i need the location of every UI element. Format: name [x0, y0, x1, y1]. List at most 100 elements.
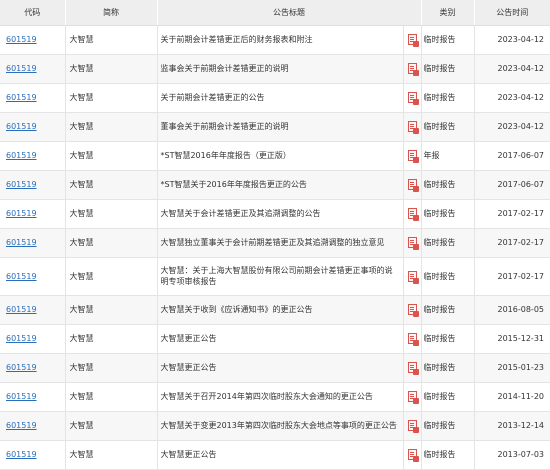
table-row: 601519 大智慧 监事会关于前期会计差错更正的说明 临时报告 2023-04-12 — [0, 54, 550, 84]
cell-code: 601519 — [0, 199, 66, 229]
cell-category: 临时报告 — [421, 199, 475, 229]
announcement-title-link[interactable]: 大智慧更正公告 — [157, 324, 404, 354]
stock-code-link[interactable]: 601519 — [6, 35, 37, 44]
cell-pdf — [403, 141, 422, 171]
announcement-title-link[interactable]: 监事会关于前期会计差错更正的说明 — [157, 54, 404, 84]
cell-code: 601519 — [0, 257, 66, 296]
cell-date: 2017-02-17 — [474, 257, 550, 296]
cell-short-name: 大智慧 — [65, 54, 158, 84]
cell-date: 2016-08-05 — [474, 295, 550, 325]
announcement-title-link[interactable]: 大智慧关于会计差错更正及其追溯调整的公告 — [157, 199, 404, 229]
stock-code-link[interactable]: 601519 — [6, 334, 37, 343]
cell-code: 601519 — [0, 83, 66, 113]
pdf-file-icon[interactable] — [407, 150, 419, 163]
cell-short-name: 大智慧 — [65, 295, 158, 325]
stock-code-link[interactable]: 601519 — [6, 209, 37, 218]
cell-short-name: 大智慧 — [65, 83, 158, 113]
table-row: 601519 大智慧 *ST智慧2016年年度报告（更正版） 年报 2017-06-07 — [0, 141, 550, 171]
stock-code-link[interactable]: 601519 — [6, 151, 37, 160]
cell-date: 2015-12-31 — [474, 324, 550, 354]
pdf-file-icon[interactable] — [407, 92, 419, 105]
cell-pdf — [403, 199, 422, 229]
cell-pdf — [403, 257, 422, 296]
pdf-file-icon[interactable] — [407, 121, 419, 134]
column-header-name: 简称 — [65, 0, 158, 26]
announcement-title-link[interactable]: 大智慧更正公告 — [157, 440, 404, 470]
stock-code-link[interactable]: 601519 — [6, 392, 37, 401]
cell-short-name: 大智慧 — [65, 382, 158, 412]
cell-short-name: 大智慧 — [65, 112, 158, 142]
cell-pdf — [403, 411, 422, 441]
stock-code-link[interactable]: 601519 — [6, 122, 37, 131]
cell-category: 临时报告 — [421, 295, 475, 325]
cell-date: 2015-01-23 — [474, 353, 550, 383]
cell-category: 临时报告 — [421, 54, 475, 84]
cell-category: 临时报告 — [421, 83, 475, 113]
cell-date: 2023-04-12 — [474, 25, 550, 55]
cell-short-name: 大智慧 — [65, 411, 158, 441]
cell-date: 2014-11-20 — [474, 382, 550, 412]
table-row: 601519 大智慧 大智慧关于收到《应诉通知书》的更正公告 临时报告 2016-08-… — [0, 295, 550, 325]
stock-code-link[interactable]: 601519 — [6, 180, 37, 189]
pdf-file-icon[interactable] — [407, 362, 419, 375]
pdf-file-icon[interactable] — [407, 208, 419, 221]
announcement-table-container: 代码 简称 公告标题 类别 公告时间 601519 大智慧 关于前期会计差错更正后的… — [0, 0, 550, 470]
table-row: 601519 大智慧 大智慧更正公告 临时报告 2013-07-03 — [0, 440, 550, 470]
stock-code-link[interactable]: 601519 — [6, 421, 37, 430]
stock-code-link[interactable]: 601519 — [6, 305, 37, 314]
cell-short-name: 大智慧 — [65, 440, 158, 470]
pdf-file-icon[interactable] — [407, 63, 419, 76]
cell-date: 2017-02-17 — [474, 199, 550, 229]
announcement-title-link[interactable]: *ST智慧关于2016年年度报告更正的公告 — [157, 170, 404, 200]
pdf-file-icon[interactable] — [407, 270, 419, 284]
pdf-file-icon[interactable] — [407, 179, 419, 192]
stock-code-link[interactable]: 601519 — [6, 272, 37, 281]
pdf-file-icon[interactable] — [407, 333, 419, 346]
pdf-file-icon[interactable] — [407, 391, 419, 404]
pdf-file-icon[interactable] — [407, 449, 419, 462]
column-header-type: 类别 — [421, 0, 475, 26]
stock-code-link[interactable]: 601519 — [6, 450, 37, 459]
announcement-title-link[interactable]: 大智慧：关于上海大智慧股份有限公司前期会计差错更正事项的说明专项审核报告 — [157, 257, 404, 296]
cell-short-name: 大智慧 — [65, 257, 158, 296]
pdf-file-icon[interactable] — [407, 34, 419, 47]
table-row: 601519 大智慧 大智慧更正公告 临时报告 2015-01-23 — [0, 353, 550, 383]
announcement-title-link[interactable]: 关于前期会计差错更正后的财务报表和附注 — [157, 25, 404, 55]
table-body: 601519 大智慧 关于前期会计差错更正后的财务报表和附注 临时报告 2023-04-… — [0, 25, 550, 470]
table-row: 601519 大智慧 大智慧独立董事关于会计前期差错更正及其追溯调整的独立意见 临时报… — [0, 228, 550, 258]
pdf-file-icon[interactable] — [407, 237, 419, 250]
cell-category: 临时报告 — [421, 228, 475, 258]
announcement-title-link[interactable]: 大智慧更正公告 — [157, 353, 404, 383]
table-row: 601519 大智慧 大智慧：关于上海大智慧股份有限公司前期会计差错更正事项的说明专… — [0, 257, 550, 296]
table-row: 601519 大智慧 关于前期会计差错更正后的财务报表和附注 临时报告 2023-04-… — [0, 25, 550, 55]
pdf-file-icon[interactable] — [407, 420, 419, 433]
cell-code: 601519 — [0, 382, 66, 412]
announcement-title-link[interactable]: 大智慧独立董事关于会计前期差错更正及其追溯调整的独立意见 — [157, 228, 404, 258]
cell-category: 临时报告 — [421, 440, 475, 470]
cell-category: 临时报告 — [421, 353, 475, 383]
announcement-title-link[interactable]: 关于前期会计差错更正的公告 — [157, 83, 404, 113]
cell-category: 临时报告 — [421, 324, 475, 354]
cell-pdf — [403, 228, 422, 258]
stock-code-link[interactable]: 601519 — [6, 64, 37, 73]
announcement-title-link[interactable]: *ST智慧2016年年度报告（更正版） — [157, 141, 404, 171]
stock-code-link[interactable]: 601519 — [6, 238, 37, 247]
cell-date: 2013-07-03 — [474, 440, 550, 470]
stock-code-link[interactable]: 601519 — [6, 363, 37, 372]
cell-code: 601519 — [0, 353, 66, 383]
cell-code: 601519 — [0, 411, 66, 441]
announcement-title-link[interactable]: 大智慧关于收到《应诉通知书》的更正公告 — [157, 295, 404, 325]
cell-pdf — [403, 295, 422, 325]
pdf-file-icon[interactable] — [407, 304, 419, 317]
announcement-title-link[interactable]: 大智慧关于变更2013年第四次临时股东大会地点等事项的更正公告 — [157, 411, 404, 441]
cell-pdf — [403, 353, 422, 383]
cell-code: 601519 — [0, 112, 66, 142]
announcement-title-link[interactable]: 大智慧关于召开2014年第四次临时股东大会通知的更正公告 — [157, 382, 404, 412]
stock-code-link[interactable]: 601519 — [6, 93, 37, 102]
table-row: 601519 大智慧 大智慧关于会计差错更正及其追溯调整的公告 临时报告 2017-02… — [0, 199, 550, 229]
cell-pdf — [403, 112, 422, 142]
cell-date: 2017-06-07 — [474, 141, 550, 171]
announcement-title-link[interactable]: 董事会关于前期会计差错更正的说明 — [157, 112, 404, 142]
cell-code: 601519 — [0, 440, 66, 470]
cell-category: 临时报告 — [421, 411, 475, 441]
